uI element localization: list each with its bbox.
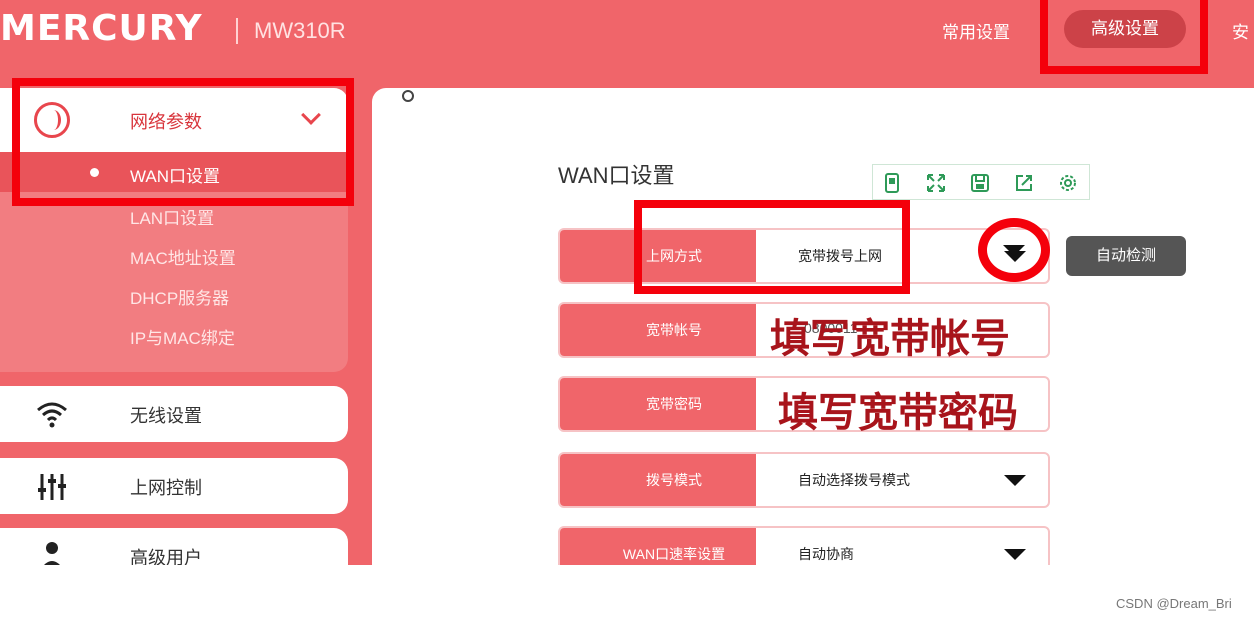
annotation-hint-password: 填写宽带密码 [778,389,1018,436]
wifi-icon [34,398,70,430]
nav-common-settings[interactable]: 常用设置 [942,18,1010,43]
sidebar-item-label: 上网控制 [130,478,202,498]
sidebar-item-ip-mac-binding[interactable]: IP与MAC绑定 [130,324,235,349]
save-icon[interactable] [969,172,991,194]
sidebar-item-dhcp-server[interactable]: DHCP服务器 [130,284,229,309]
sidebar-item-advanced-user[interactable]: 高级用户 [0,528,348,565]
watermark: CSDN @Dream_Bri [1116,596,1232,611]
annotation-circle-dropdown [978,218,1050,282]
caret-down-icon[interactable] [1004,549,1026,560]
settings-icon[interactable] [1057,172,1079,194]
field-dial-mode[interactable]: 拨号模式 自动选择拨号模式 [558,452,1050,508]
page-title: WAN口设置 [558,163,675,188]
sidebar-item-label: 高级用户 [130,548,202,565]
field-label: 宽带密码 [560,378,756,430]
field-value: 自动选择拨号模式 [798,472,910,488]
field-label: 拨号模式 [560,454,756,506]
router-admin-screen: MERCURY MW310R 常用设置 高级设置 安 网络参数 WAN口设置 L… [0,0,1254,565]
field-label: WAN口速率设置 [560,528,756,565]
field-broadband-password[interactable]: 宽带密码 填写宽带密码 [558,376,1050,436]
field-value: 自动协商 [798,546,854,562]
sidebar-item-lan-settings[interactable]: LAN口设置 [130,204,214,229]
sidebar-item-wireless[interactable]: 无线设置 [0,386,348,442]
field-wan-speed[interactable]: WAN口速率设置 自动协商 [558,526,1050,565]
sidebar-item-mac-settings[interactable]: MAC地址设置 [130,244,236,269]
nav-security-partial[interactable]: 安 [1232,18,1249,43]
annotation-hint-account: 填写宽带帐号 [770,315,1010,362]
caret-down-icon[interactable] [1004,475,1026,486]
annotation-box-network [12,78,354,206]
auto-detect-button[interactable]: 自动检测 [1066,236,1186,276]
annotation-box-advanced [1040,0,1208,74]
small-ring-icon [402,90,414,102]
field-broadband-account[interactable]: 宽带帐号 0800011 填写宽带帐号 [558,302,1050,362]
expand-icon[interactable] [925,172,947,194]
annotation-box-connection-type [634,200,910,294]
tablet-icon[interactable] [881,172,903,194]
sidebar-item-label: 无线设置 [130,406,202,426]
model-name: MW310R [254,18,346,43]
user-icon [34,540,70,565]
brand-separator [236,18,238,44]
share-icon[interactable] [1013,172,1035,194]
floating-toolbar [872,164,1090,200]
sliders-icon [34,470,70,502]
field-label: 宽带帐号 [560,304,756,356]
sidebar-item-internet-control[interactable]: 上网控制 [0,458,348,514]
brand-logo: MERCURY [0,8,203,49]
caret-down-icon [1003,245,1025,256]
